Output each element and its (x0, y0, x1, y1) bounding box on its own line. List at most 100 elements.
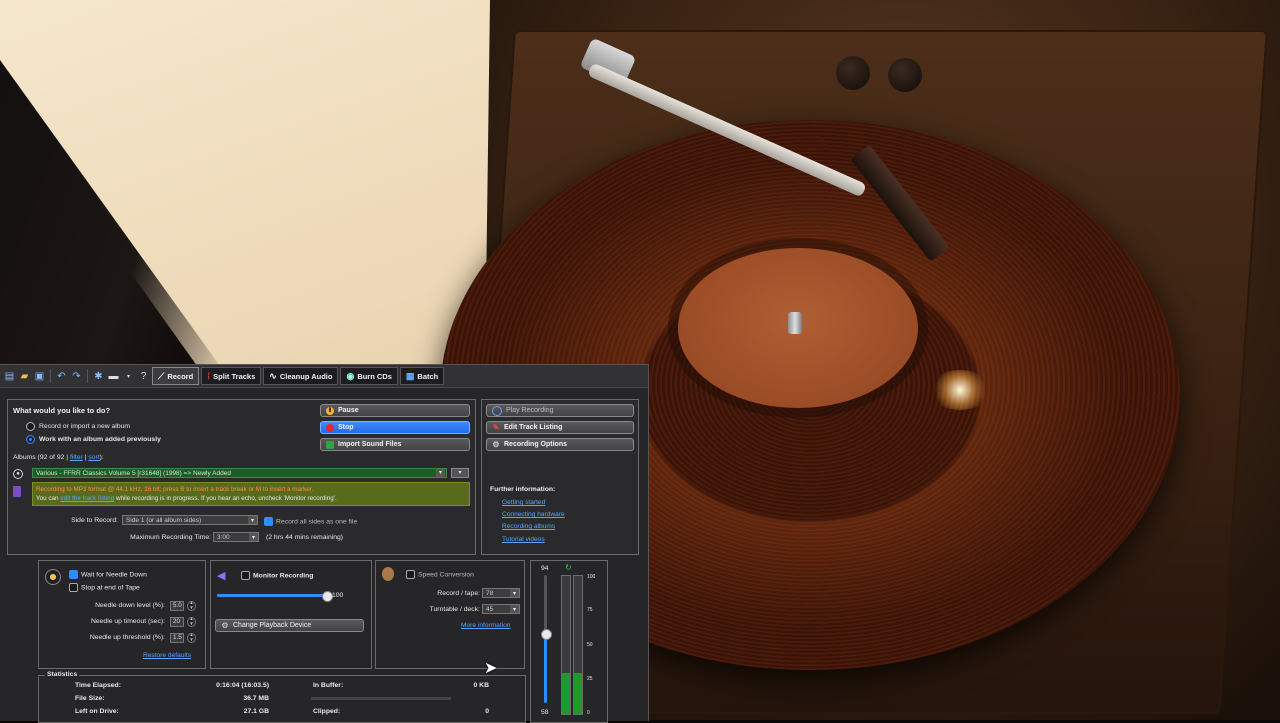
tutorial-videos-link[interactable]: Tutorial videos (502, 536, 545, 543)
checkbox-checked[interactable] (69, 570, 78, 579)
help-icon[interactable]: ? (137, 370, 150, 383)
batch-icon: ▦ (405, 370, 415, 381)
split-icon: ⁞ (207, 371, 211, 381)
play-recording-button[interactable]: Play Recording (486, 404, 634, 417)
record-all-sides-checkbox[interactable]: Record all sides as one file (264, 517, 357, 526)
toolbar-divider (87, 369, 88, 383)
more-information-link[interactable]: More information (461, 622, 510, 629)
left-on-drive-label: Left on Drive: (75, 708, 119, 715)
import-icon (326, 440, 334, 449)
edit-track-listing-link[interactable]: edit the track listing (60, 495, 114, 502)
settings-icon[interactable]: ✱ (92, 370, 105, 383)
stop-button[interactable]: Stop (320, 421, 470, 434)
import-sound-files-button[interactable]: Import Sound Files (320, 438, 470, 451)
open-folder-icon[interactable]: ▰ (18, 370, 31, 383)
pause-button[interactable]: Ⅱ Pause (320, 404, 470, 417)
monitor-recording-checkbox[interactable]: Monitor Recording (241, 571, 313, 580)
getting-started-link[interactable]: Getting started (502, 499, 545, 506)
radio-button[interactable] (26, 422, 35, 431)
speed-conversion-checkbox[interactable]: Speed Conversion (406, 570, 474, 579)
monitor-volume-fill (217, 594, 327, 597)
needle-up-timeout-input[interactable]: 20 (170, 617, 184, 627)
max-recording-time-label: Maximum Recording Time: (130, 534, 211, 541)
sort-link[interactable]: sort (88, 454, 99, 461)
change-playback-device-button[interactable]: ⚙ Change Playback Device (215, 619, 364, 632)
pencil-icon: ✎ (492, 423, 500, 432)
meter-scale-25: 25 (587, 676, 593, 682)
undo-icon[interactable]: ↶ (55, 370, 68, 383)
checkbox[interactable] (241, 571, 250, 580)
album-menu-button[interactable]: ▾ (451, 468, 469, 478)
needle-up-threshold-label: Needle up threshold (%): (89, 634, 165, 641)
meter-scale-75: 75 (587, 607, 593, 613)
folder-menu-icon[interactable]: ▬ (107, 370, 120, 383)
needle-down-level-input[interactable]: 5.0 (170, 601, 184, 611)
buffer-progress-bar (311, 697, 451, 700)
recording-info-note: Recording to MP3 format @ 44.1 kHz, 16 b… (32, 482, 470, 506)
needle-timeout-stepper[interactable]: ▴ ▾ (187, 617, 196, 627)
file-size-label: File Size: (75, 695, 105, 702)
side-to-record-label: Side to Record: (71, 517, 118, 524)
statistics-panel: Statistics Time Elapsed: 0:16:04 (16:03.… (38, 671, 526, 723)
time-elapsed-value: 0:16:04 (16:03.5) (216, 682, 269, 689)
tab-record[interactable]: ⟋ Record (152, 367, 200, 385)
needle-threshold-stepper[interactable]: ▴ ▾ (187, 633, 196, 643)
new-file-icon[interactable]: ▤ (3, 370, 16, 383)
wait-needle-down-checkbox[interactable]: Wait for Needle Down (69, 570, 147, 579)
radio-button-selected[interactable] (26, 435, 35, 444)
light-glare (930, 370, 990, 410)
max-recording-time-select[interactable]: 3:00 ▾ (213, 532, 259, 542)
further-info-heading: Further information: (490, 486, 556, 493)
refresh-icon[interactable]: ↻ (565, 563, 572, 572)
clipped-value: 0 (485, 708, 489, 715)
radio-new-album[interactable]: Record or import a new album (26, 422, 130, 431)
checkbox[interactable] (406, 570, 415, 579)
chevron-down-icon[interactable]: ▾ (122, 370, 135, 383)
tab-burn-cds[interactable]: ◉ Burn CDs (340, 367, 398, 385)
recording-albums-link[interactable]: Recording albums (502, 523, 555, 530)
chevron-down-icon[interactable]: ▾ (436, 469, 445, 477)
tab-batch[interactable]: ▦ Batch (399, 367, 445, 385)
cd-icon: ◉ (346, 370, 355, 381)
record-panel: What would you like to do? Record or imp… (7, 399, 476, 555)
save-icon[interactable]: ▣ (33, 370, 46, 383)
time-elapsed-label: Time Elapsed: (75, 682, 121, 689)
input-level-thumb[interactable] (541, 628, 552, 640)
radio-existing-album[interactable]: Work with an album added previously (26, 435, 161, 444)
input-level-bottom-value: 58 (541, 709, 549, 716)
checkbox[interactable] (69, 583, 78, 592)
record-speed-select[interactable]: 78 ▾ (482, 588, 520, 598)
meter-scale-100: 100 (587, 574, 596, 580)
mouse-cursor-icon: ➤ (484, 660, 498, 677)
side-to-record-select[interactable]: Side 1 (or all album sides) ▾ (122, 515, 258, 525)
needle-up-threshold-input[interactable]: 1.5 (170, 633, 184, 643)
toolbar-divider (50, 369, 51, 383)
waveform-icon: ∿ (269, 370, 277, 381)
recording-options-button[interactable]: ⚙ Recording Options (486, 438, 634, 451)
control-knob (836, 56, 870, 90)
right-channel-level (574, 672, 582, 714)
album-select[interactable]: Various - FFRR Classics Volume 5 [r31648… (32, 468, 447, 478)
filter-link[interactable]: filter (70, 454, 83, 461)
speed-conversion-panel: Speed Conversion Record / tape: 78 ▾ Tur… (375, 560, 525, 669)
needle-detection-panel: Wait for Needle Down Stop at end of Tape… (38, 560, 206, 669)
restore-defaults-link[interactable]: Restore defaults (143, 652, 191, 659)
turntable-speed-label: Turntable / deck: (429, 606, 480, 613)
tab-split-tracks[interactable]: ⁞ Split Tracks (201, 367, 262, 385)
recording-app-window: ▤ ▰ ▣ ↶ ↷ ✱ ▬ ▾ ? ⟋ Record ⁞ Split Track… (0, 364, 649, 723)
needle-down-stepper[interactable]: ▴ ▾ (187, 601, 196, 611)
tab-cleanup-audio[interactable]: ∿ Cleanup Audio (263, 367, 339, 385)
meter-scale-0: 0 (587, 710, 590, 716)
stop-icon (326, 423, 334, 432)
album-status-icon: ● (13, 469, 23, 479)
connecting-hardware-link[interactable]: Connecting hardware (502, 511, 565, 518)
left-on-drive-value: 27.1 GB (243, 708, 269, 715)
checkbox-checked[interactable] (264, 517, 273, 526)
redo-icon[interactable]: ↷ (70, 370, 83, 383)
turntable-speed-select[interactable]: 45 ▾ (482, 604, 520, 614)
speaker-settings-icon: ⚙ (221, 621, 229, 630)
chevron-down-icon: ▾ (249, 533, 258, 541)
stop-at-end-checkbox[interactable]: Stop at end of Tape (69, 583, 140, 592)
input-level-top-value: 94 (541, 565, 549, 572)
edit-track-listing-button[interactable]: ✎ Edit Track Listing (486, 421, 634, 434)
